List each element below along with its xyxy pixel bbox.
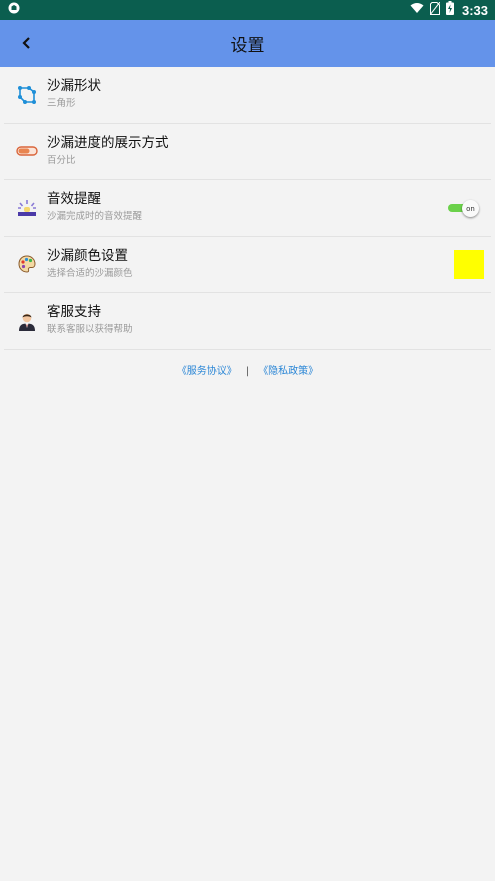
setting-customer-support[interactable]: 客服支持 联系客服以获得帮助	[4, 293, 491, 350]
footer-links: 《服务协议》 | 《隐私政策》	[0, 362, 495, 377]
setting-progress-display[interactable]: 沙漏进度的展示方式 百分比	[4, 124, 491, 180]
setting-title: 沙漏形状	[47, 78, 101, 95]
back-arrow-icon	[22, 37, 30, 49]
app-notification-icon	[8, 2, 20, 18]
color-swatch[interactable]	[454, 249, 484, 279]
service-agreement-link[interactable]: 《服务协议》	[177, 366, 237, 377]
toolbar: 设置	[0, 20, 495, 67]
toggle-thumb: on	[462, 200, 479, 217]
setting-hourglass-shape[interactable]: 沙漏形状 三角形	[4, 67, 491, 124]
setting-value: 三角形	[47, 98, 76, 110]
page-title: 设置	[230, 36, 265, 56]
status-time: 3:33	[461, 2, 488, 18]
setting-value: 沙漏完成时的音效提醒	[47, 211, 143, 223]
setting-hourglass-color[interactable]: 沙漏颜色设置 选择合适的沙漏颜色	[4, 237, 491, 293]
battery-icon	[445, 1, 454, 19]
sound-icon	[16, 197, 38, 219]
status-bar: 3:33	[0, 0, 495, 20]
shape-icon	[16, 84, 38, 106]
privacy-policy-link[interactable]: 《隐私政策》	[258, 366, 318, 377]
wifi-icon	[410, 2, 424, 18]
setting-title: 沙漏颜色设置	[47, 247, 128, 264]
sound-toggle[interactable]: on	[447, 200, 479, 217]
setting-title: 客服支持	[47, 304, 101, 321]
palette-icon	[16, 253, 38, 275]
no-sim-icon	[429, 1, 441, 19]
setting-value: 百分比	[47, 154, 76, 166]
setting-title: 沙漏进度的展示方式	[47, 134, 169, 151]
setting-value: 选择合适的沙漏颜色	[47, 267, 133, 279]
back-button[interactable]	[12, 28, 42, 58]
link-separator: |	[245, 366, 250, 377]
support-agent-icon	[16, 310, 38, 332]
setting-title: 音效提醒	[47, 191, 101, 208]
setting-value: 联系客服以获得帮助	[47, 324, 133, 336]
settings-list: 沙漏形状 三角形 沙漏进度的展示方式 百分比 音效提醒 沙漏完成时的音效提醒 o…	[4, 67, 491, 350]
setting-sound-reminder[interactable]: 音效提醒 沙漏完成时的音效提醒 on	[4, 180, 491, 237]
progress-icon	[16, 140, 38, 162]
